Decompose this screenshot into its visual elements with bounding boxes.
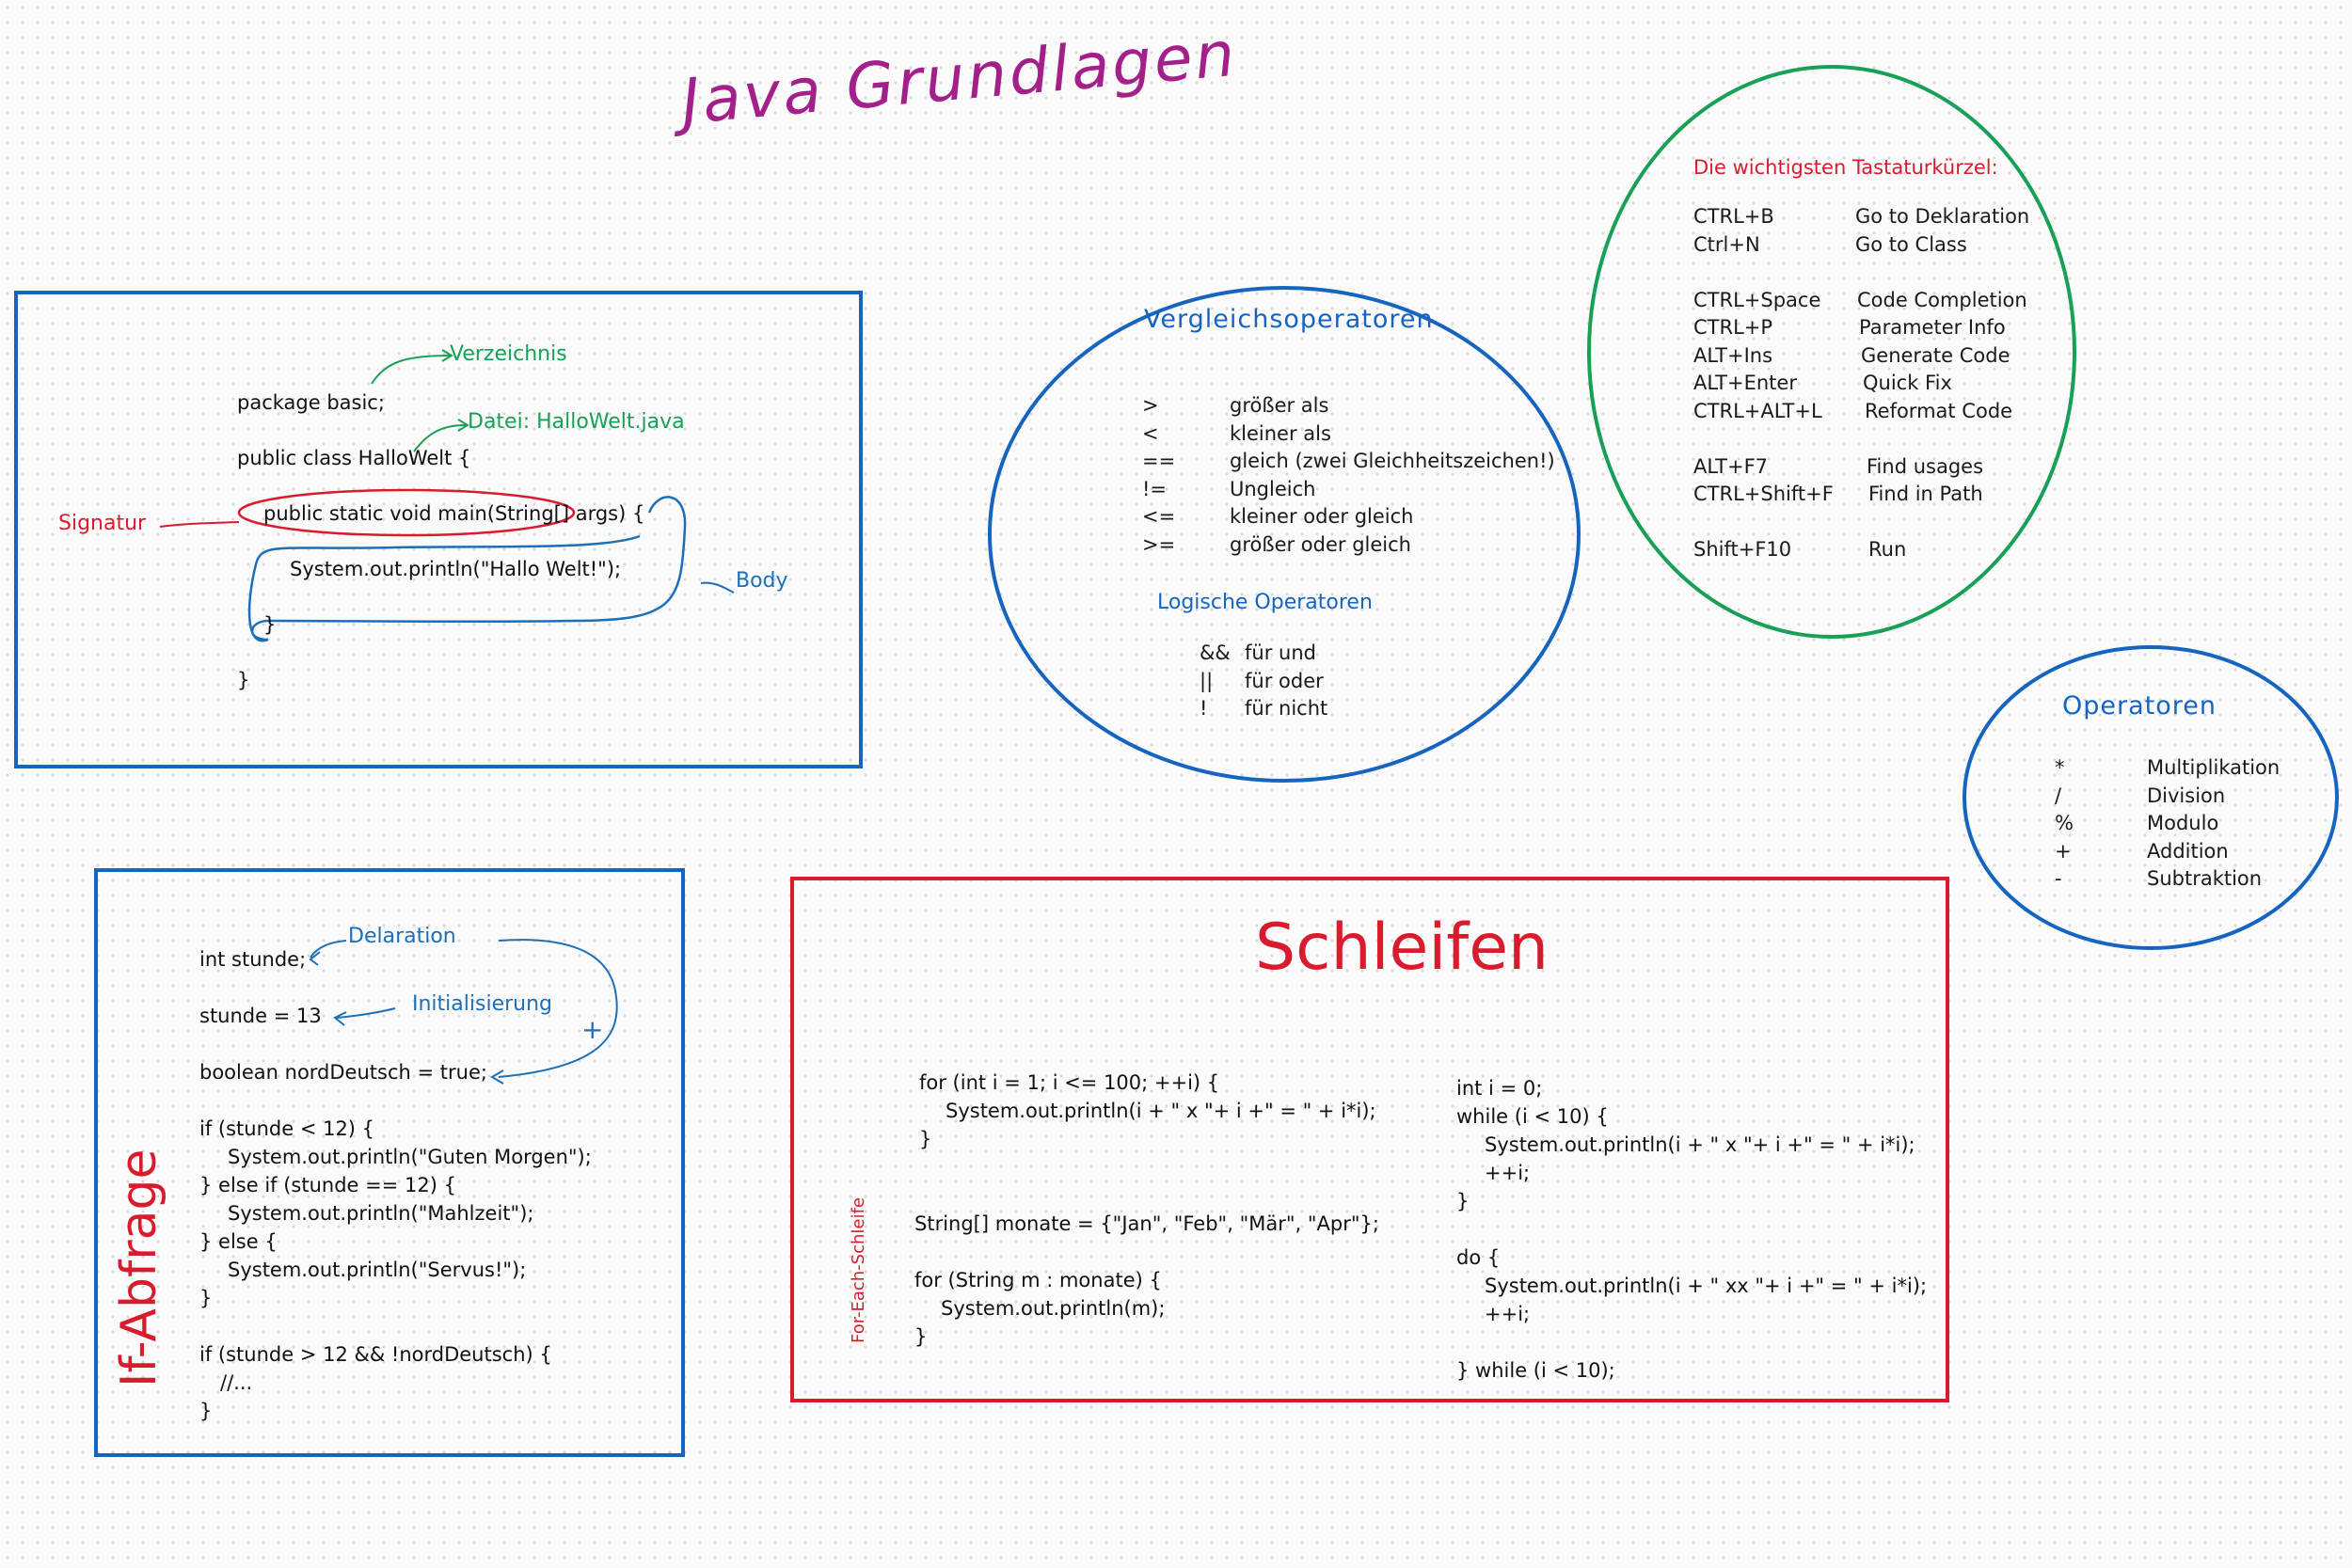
code-line: } else if (stunde == 12) { <box>199 1174 456 1196</box>
list-item: CTRL+ALT+L Reformat Code <box>1693 399 2013 422</box>
code-line: int stunde; <box>199 948 307 971</box>
code-line: String[] monate = {"Jan", "Feb", "Mär", … <box>914 1212 1379 1235</box>
annotation-signatur: Signatur <box>58 512 147 535</box>
annotation-plus: + <box>581 1014 604 1045</box>
logic-title: Logische Operatoren <box>1157 591 1373 614</box>
code-line: //... <box>220 1371 253 1394</box>
code-line: public class HalloWelt { <box>237 447 471 469</box>
code-line: do { <box>1456 1246 1501 1269</box>
list-item: CTRL+Shift+F Find in Path <box>1693 483 1983 505</box>
code-line: System.out.println(m); <box>941 1297 1166 1320</box>
operatoren-title: Operatoren <box>2062 691 2217 721</box>
code-line: if (stunde < 12) { <box>199 1117 375 1140</box>
loops-right-code: int i = 0; while (i < 10) { System.out.p… <box>1456 1074 1927 1385</box>
code-line: boolean nordDeutsch = true; <box>199 1061 487 1084</box>
list-item: ALT+Ins Generate Code <box>1693 343 2010 367</box>
shortcuts-title: Die wichtigsten Tastaturkürzel: <box>1693 156 1998 179</box>
code-line: } <box>237 669 250 691</box>
code-line: package basic; <box>237 391 385 414</box>
loops-title: Schleifen <box>1255 911 1549 985</box>
shortcuts-list: CTRL+B Go to Deklaration Ctrl+N Go to Clas… <box>1693 203 2070 564</box>
list-item: / Division <box>2055 784 2226 807</box>
list-item: - Subtraktion <box>2055 867 2263 890</box>
list-item: <= kleiner oder gleich <box>1142 505 1414 528</box>
list-item: + Addition <box>2055 839 2229 863</box>
code-line: } <box>919 1128 932 1150</box>
list-item: ALT+F7 Find usages <box>1693 454 1984 478</box>
annotation-verzeichnis: Verzeichnis <box>450 342 567 366</box>
list-item: && für und <box>1200 641 1316 664</box>
list-item: < kleiner als <box>1142 421 1331 445</box>
verzeichnis-arrow <box>371 355 451 385</box>
code-line: while (i < 10) { <box>1456 1105 1609 1128</box>
if-code: int stunde; stunde = 13 boolean nordDeut… <box>199 945 592 1425</box>
code-line: for (int i = 1; i <= 100; ++i) { <box>919 1071 1220 1094</box>
code-line: public static void main(String[] args) { <box>263 502 645 525</box>
list-item: != Ungleich <box>1142 477 1316 500</box>
list-item: == gleich (zwei Gleichheitszeichen!) <box>1142 450 1555 472</box>
list-item: Shift+F10 Run <box>1693 538 1907 561</box>
code-line: System.out.println(i + " x "+ i +" = " +… <box>946 1100 1376 1122</box>
code-line: } else { <box>199 1230 278 1253</box>
code-line: ++i; <box>1485 1303 1531 1325</box>
list-item: ! für nicht <box>1200 697 1328 720</box>
code-line: } <box>199 1400 213 1422</box>
annotation-deklaration: Delaration <box>348 925 456 948</box>
code-line: System.out.println("Servus!"); <box>228 1259 527 1281</box>
code-line: System.out.println("Hallo Welt!"); <box>290 558 622 580</box>
code-line: System.out.println(i + " x "+ i +" = " +… <box>1485 1133 1915 1156</box>
signatur-line <box>159 521 240 528</box>
vergleich-list: > größer als < kleiner als == gleich (zwei … <box>1142 392 1575 559</box>
list-item: CTRL+Space Code Completion <box>1693 288 2027 311</box>
code-line: System.out.println(i + " xx "+ i +" = " … <box>1485 1275 1928 1297</box>
code-line: } <box>914 1325 928 1348</box>
list-item: % Modulo <box>2055 812 2219 834</box>
code-line: ++i; <box>1485 1162 1531 1184</box>
list-item: Ctrl+N Go to Class <box>1693 232 1967 256</box>
list-item: * Multiplikation <box>2055 756 2280 779</box>
foreach-label: For-Each-Schleife <box>849 1197 868 1343</box>
if-box-label: If-Abfrage <box>111 1148 167 1387</box>
operatoren-list: * Multiplikation / Division % Modulo + Addit… <box>2055 754 2328 894</box>
list-item: || für oder <box>1200 669 1324 692</box>
list-item: CTRL+P Parameter Info <box>1693 316 2006 339</box>
list-item: CTRL+B Go to Deklaration <box>1693 205 2030 228</box>
list-item: >= größer oder gleich <box>1142 532 1411 556</box>
code-line: } <box>199 1287 213 1309</box>
annotation-initialisierung: Initialisierung <box>412 992 552 1016</box>
list-item: ALT+Enter Quick Fix <box>1693 372 1952 394</box>
code-line: System.out.println("Mahlzeit"); <box>228 1202 534 1225</box>
body-line <box>700 581 735 594</box>
code-line: if (stunde > 12 && !nordDeutsch) { <box>199 1343 552 1366</box>
loops-left-code: for (int i = 1; i <= 100; ++i) { System.… <box>914 1069 1379 1351</box>
code-line: } <box>263 613 277 636</box>
annotation-datei: Datei: HalloWelt.java <box>468 410 685 434</box>
vergleich-title: Vergleichsoperatoren <box>1144 305 1434 334</box>
annotation-body: Body <box>736 569 788 593</box>
code-line: int i = 0; <box>1456 1077 1543 1100</box>
logic-list: && für und || für oder ! für nicht <box>1200 640 1388 723</box>
code-line: } <box>1456 1190 1470 1212</box>
list-item: > größer als <box>1142 394 1329 417</box>
code-line: for (String m : monate) { <box>914 1269 1162 1291</box>
code-line: System.out.println("Guten Morgen"); <box>228 1146 592 1168</box>
code-line: } while (i < 10); <box>1456 1359 1615 1382</box>
